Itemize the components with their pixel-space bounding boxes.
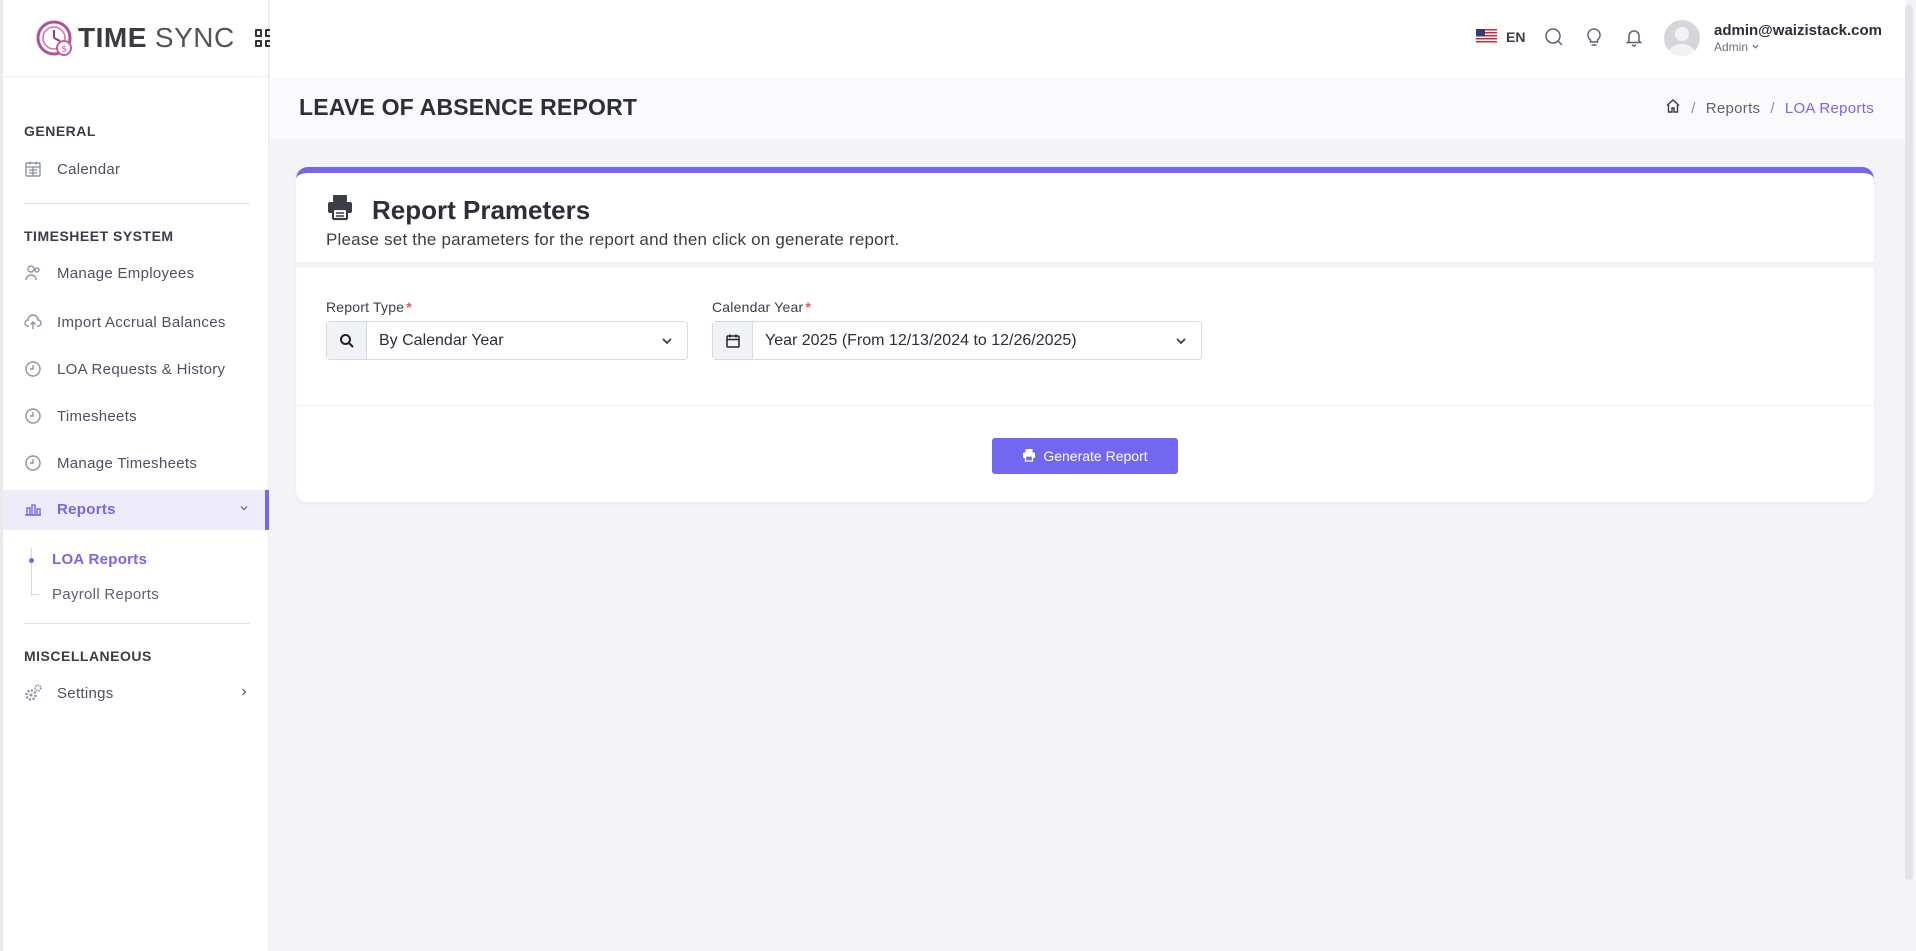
calendar-year-label: Calendar Year *	[712, 299, 811, 315]
bell-icon[interactable]	[1624, 27, 1644, 47]
chevron-right-icon	[238, 685, 250, 702]
sidebar-item-import-accrual-balances[interactable]: Import Accrual Balances	[24, 313, 226, 331]
sidebar-divider	[24, 203, 250, 204]
printer-icon	[326, 193, 354, 221]
breadcrumb-reports[interactable]: Reports	[1706, 100, 1761, 117]
chevron-down-icon	[1161, 322, 1201, 359]
sidebar: $ TIME SYNC GENERAL Calendar TIMESHEET S…	[0, 0, 272, 951]
sidebar-item-timesheets[interactable]: Timesheets	[24, 407, 137, 425]
report-type-select[interactable]: By Calendar Year	[326, 321, 688, 360]
card-divider	[296, 405, 1874, 406]
sidebar-item-reports[interactable]: Reports	[24, 500, 250, 518]
chevron-down-icon	[238, 501, 250, 518]
brand-name-light: SYNC	[154, 22, 235, 53]
section-miscellaneous: MISCELLANEOUS	[24, 648, 152, 664]
chart-icon	[24, 500, 42, 518]
section-timesheet-system: TIMESHEET SYSTEM	[24, 228, 174, 244]
sidebar-item-label: Calendar	[57, 160, 121, 178]
card-title: Report Prameters	[372, 195, 591, 225]
user-email[interactable]: admin@waizistack.com	[1714, 22, 1882, 39]
report-type-label-text: Report Type	[326, 299, 405, 315]
brand-name-bold: TIME	[78, 22, 147, 53]
sidebar-item-label: Timesheets	[57, 407, 137, 425]
sidebar-subitem-loa-reports[interactable]: LOA Reports	[52, 551, 147, 568]
sidebar-item-manage-timesheets[interactable]: Manage Timesheets	[24, 454, 197, 472]
avatar[interactable]	[1664, 20, 1700, 56]
submenu-tree-tick	[31, 594, 39, 595]
gears-icon	[24, 684, 42, 702]
sidebar-item-label: Import Accrual Balances	[57, 313, 226, 331]
calendar-icon	[713, 322, 753, 359]
clock-icon	[24, 360, 42, 378]
calendar-year-select[interactable]: Year 2025 (From 12/13/2024 to 12/26/2025…	[712, 321, 1202, 360]
sidebar-item-calendar[interactable]: Calendar	[24, 160, 120, 178]
logo-bar: $ TIME SYNC	[0, 0, 272, 77]
chevron-down-icon	[647, 322, 687, 359]
top-bar	[270, 0, 1906, 77]
sidebar-item-loa-requests-history[interactable]: LOA Requests & History	[24, 360, 225, 378]
sidebar-item-manage-employees[interactable]: Manage Employees	[24, 264, 194, 282]
home-icon[interactable]	[1665, 98, 1681, 118]
report-parameters-card: Report Prameters Please set the paramete…	[296, 167, 1874, 502]
search-icon	[327, 322, 367, 359]
card-header: Report Prameters Please set the paramete…	[296, 173, 1874, 267]
breadcrumb-separator: /	[1691, 99, 1696, 117]
calendar-year-label-text: Calendar Year	[712, 299, 804, 315]
timesync-logo-icon: $	[34, 17, 76, 59]
sidebar-divider	[24, 623, 250, 624]
required-mark: *	[805, 299, 811, 315]
calendar-year-value: Year 2025 (From 12/13/2024 to 12/26/2025…	[765, 331, 1077, 349]
page-title: LEAVE OF ABSENCE REPORT	[299, 94, 638, 120]
us-flag-icon[interactable]	[1476, 29, 1497, 44]
sidebar-item-label: Reports	[57, 500, 116, 518]
user-role-label: Admin	[1714, 40, 1749, 54]
sidebar-subitem-payroll-reports[interactable]: Payroll Reports	[52, 586, 159, 603]
required-mark: *	[406, 299, 412, 315]
clock-icon	[24, 407, 42, 425]
section-general: GENERAL	[24, 123, 96, 139]
active-dot-icon	[29, 558, 34, 563]
svg-text:$: $	[61, 45, 67, 55]
report-type-value: By Calendar Year	[379, 331, 504, 349]
breadcrumb-current: LOA Reports	[1784, 99, 1874, 117]
sidebar-item-label: LOA Requests & History	[57, 360, 226, 378]
breadcrumb: / Reports / LOA Reports	[1665, 98, 1874, 118]
lightbulb-icon[interactable]	[1584, 27, 1604, 47]
user-role[interactable]: Admin	[1714, 40, 1760, 54]
users-icon	[24, 264, 42, 282]
search-icon[interactable]	[1544, 27, 1564, 47]
page-scrollbar[interactable]	[1905, 5, 1913, 880]
calendar-icon	[24, 160, 42, 178]
breadcrumb-separator: /	[1770, 99, 1775, 117]
brand-name: TIME SYNC	[78, 22, 235, 54]
sidebar-item-label: Settings	[57, 684, 114, 702]
generate-report-button[interactable]: Generate Report	[992, 438, 1178, 474]
sidebar-item-label: Manage Employees	[57, 264, 195, 282]
generate-report-label: Generate Report	[1043, 448, 1148, 464]
submenu-tree-line	[31, 548, 32, 596]
card-subtitle: Please set the parameters for the report…	[326, 230, 900, 249]
language-selector[interactable]: EN	[1506, 29, 1525, 45]
cloud-upload-icon	[24, 313, 42, 331]
printer-icon	[1022, 448, 1036, 465]
sidebar-item-settings[interactable]: Settings	[24, 684, 250, 702]
clock-icon	[24, 454, 42, 472]
sidebar-item-label: Manage Timesheets	[57, 454, 198, 472]
report-type-label: Report Type *	[326, 299, 412, 315]
chevron-down-icon	[1751, 40, 1760, 54]
